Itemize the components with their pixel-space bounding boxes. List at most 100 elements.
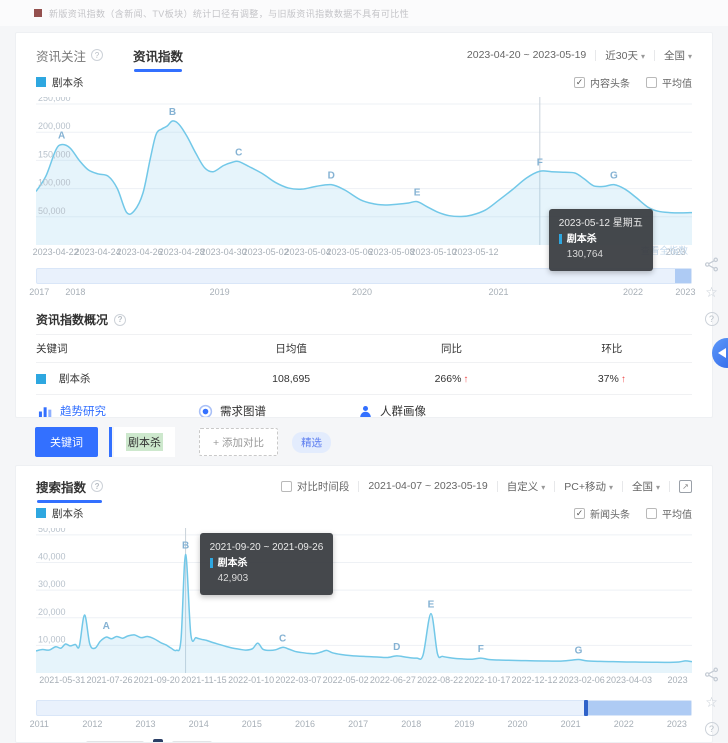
x-tick: 2022-12-12 <box>512 675 558 685</box>
checkbox-unchecked-icon <box>281 481 292 492</box>
checkbox-checked-icon <box>574 77 585 88</box>
search-legend-row: 剧本杀 新闻头条 平均值 <box>36 506 692 520</box>
featured-pill[interactable]: 精选 <box>292 432 331 453</box>
tooltip-keyword: 剧本杀 <box>567 232 597 248</box>
tab-news-index[interactable]: 资讯指数 <box>133 46 183 65</box>
divider <box>654 50 655 61</box>
tooltip-date: 2021-09-20 ~ 2021-09-26 <box>210 540 324 556</box>
x-tick: 2023-05-10 <box>411 247 457 257</box>
timeline-selected-range[interactable] <box>675 269 691 283</box>
search-chart-canvas[interactable]: 10,00020,00030,00040,00050,000ABCDEFG <box>36 528 692 673</box>
svg-text:A: A <box>58 131 65 142</box>
svg-text:B: B <box>182 541 189 552</box>
up-arrow-icon: ↑ <box>463 374 468 385</box>
tooltip-series-marker <box>559 234 562 244</box>
timeline-year: 2012 <box>82 719 102 729</box>
series-legend-label: 剧本杀 <box>52 506 84 521</box>
news-chart[interactable]: 50,000100,000150,000200,000250,000ABCDEF… <box>36 97 692 260</box>
star-icon[interactable]: ☆ <box>703 284 720 301</box>
news-chart-toggles: 内容头条 平均值 <box>574 75 692 90</box>
custom-range-select[interactable]: 自定义 <box>507 479 546 494</box>
help-icon[interactable] <box>705 722 719 736</box>
add-compare-button[interactable]: + 添加对比 <box>199 428 278 456</box>
tab-news-attention[interactable]: 资讯关注 <box>36 46 103 65</box>
headline-toggle-label: 新闻头条 <box>590 506 630 521</box>
search-timeline-slider[interactable] <box>36 700 692 716</box>
tab-search-index[interactable]: 搜索指数 <box>36 477 103 496</box>
tab-news-index-label: 资讯指数 <box>133 46 183 65</box>
search-chart-tooltip: 2021-09-20 ~ 2021-09-26 剧本杀 42,903 <box>200 533 334 595</box>
timeline-handle[interactable] <box>584 700 588 716</box>
radar-dot-icon <box>198 404 213 419</box>
tab-news-attention-label: 资讯关注 <box>36 46 86 65</box>
timeline-year: 2014 <box>189 719 209 729</box>
news-controls: 2023-04-20 ~ 2023-05-19 近30天 全国 <box>467 48 692 63</box>
average-toggle-label: 平均值 <box>662 75 692 90</box>
timeline-year: 2018 <box>65 287 85 297</box>
timeline-year: 2013 <box>136 719 156 729</box>
compare-period-toggle[interactable]: 对比时间段 <box>281 479 350 494</box>
checkbox-unchecked-icon <box>646 508 657 519</box>
row-mom: 37%↑ <box>532 373 692 385</box>
x-tick: 2023-04-30 <box>201 247 247 257</box>
keyword-bar: 关键词 剧本杀 + 添加对比 精选 <box>35 427 331 457</box>
region-select[interactable]: 全国 <box>664 48 692 63</box>
x-tick: 2021-07-26 <box>86 675 132 685</box>
svg-text:20,000: 20,000 <box>38 607 66 617</box>
nav-trend-research[interactable]: 趋势研究 <box>38 403 106 418</box>
search-chart[interactable]: 10,00020,00030,00040,00050,000ABCDEFG 20… <box>36 528 692 688</box>
keyword-button[interactable]: 关键词 <box>35 427 98 457</box>
average-toggle[interactable]: 平均值 <box>646 75 692 90</box>
star-icon[interactable]: ☆ <box>703 694 720 711</box>
keyword-tag[interactable]: 剧本杀 <box>126 433 163 451</box>
row-yoy: 266%↑ <box>371 373 531 385</box>
checkbox-checked-icon <box>574 508 585 519</box>
overview-data-row: 剧本杀 108,695 266%↑ 37%↑ <box>36 363 692 395</box>
search-date-range: 2021-04-07 ~ 2023-05-19 <box>368 480 487 492</box>
svg-text:G: G <box>575 645 583 656</box>
share-icon[interactable] <box>703 256 720 273</box>
svg-text:40,000: 40,000 <box>38 552 66 562</box>
average-toggle[interactable]: 平均值 <box>646 506 692 521</box>
divider <box>554 481 555 492</box>
news-legend-row: 剧本杀 内容头条 平均值 <box>36 75 692 89</box>
nav-demand-graph[interactable]: 需求图谱 <box>198 403 266 418</box>
help-icon[interactable] <box>705 312 719 326</box>
info-icon[interactable] <box>114 314 126 326</box>
info-icon[interactable] <box>91 49 103 61</box>
keyword-divider <box>109 427 112 457</box>
tooltip-value: 42,903 <box>210 571 324 587</box>
x-tick: 2023-05-12 <box>452 247 498 257</box>
x-tick: 2023-05-06 <box>327 247 373 257</box>
timeline-year: 2017 <box>29 287 49 297</box>
svg-text:10,000: 10,000 <box>38 634 66 644</box>
export-icon[interactable] <box>679 480 692 493</box>
nav-trend-label: 趋势研究 <box>60 403 106 418</box>
tooltip-series-marker <box>210 558 213 568</box>
up-arrow-icon: ↑ <box>621 374 626 385</box>
nav-crowd-portrait[interactable]: 人群画像 <box>358 403 426 418</box>
svg-text:200,000: 200,000 <box>38 121 71 131</box>
device-select[interactable]: PC+移动 <box>564 479 613 494</box>
x-tick: 2021-05-31 <box>39 675 85 685</box>
x-tick: 2023-04-22 <box>33 247 79 257</box>
headline-toggle[interactable]: 新闻头条 <box>574 506 630 521</box>
svg-text:F: F <box>478 644 484 655</box>
series-color-swatch <box>36 77 46 87</box>
share-icon[interactable] <box>703 666 720 683</box>
keyword-box[interactable]: 剧本杀 <box>114 427 175 457</box>
timeline-year: 2016 <box>295 719 315 729</box>
megaphone-icon <box>718 348 726 358</box>
headline-toggle[interactable]: 内容头条 <box>574 75 630 90</box>
range-select[interactable]: 近30天 <box>605 48 645 63</box>
region-select[interactable]: 全国 <box>632 479 660 494</box>
divider <box>595 50 596 61</box>
col-yoy: 同比 <box>371 341 531 356</box>
tooltip-keyword: 剧本杀 <box>218 556 248 572</box>
info-icon[interactable] <box>91 480 103 492</box>
news-chart-tooltip: 2023-05-12 星期五 剧本杀 130,764 <box>549 209 653 271</box>
news-index-card: 资讯关注 资讯指数 2023-04-20 ~ 2023-05-19 近30天 全… <box>15 32 713 418</box>
timeline-selected-range[interactable] <box>586 701 691 715</box>
svg-text:A: A <box>103 621 110 632</box>
feedback-floating-button[interactable] <box>712 338 728 368</box>
